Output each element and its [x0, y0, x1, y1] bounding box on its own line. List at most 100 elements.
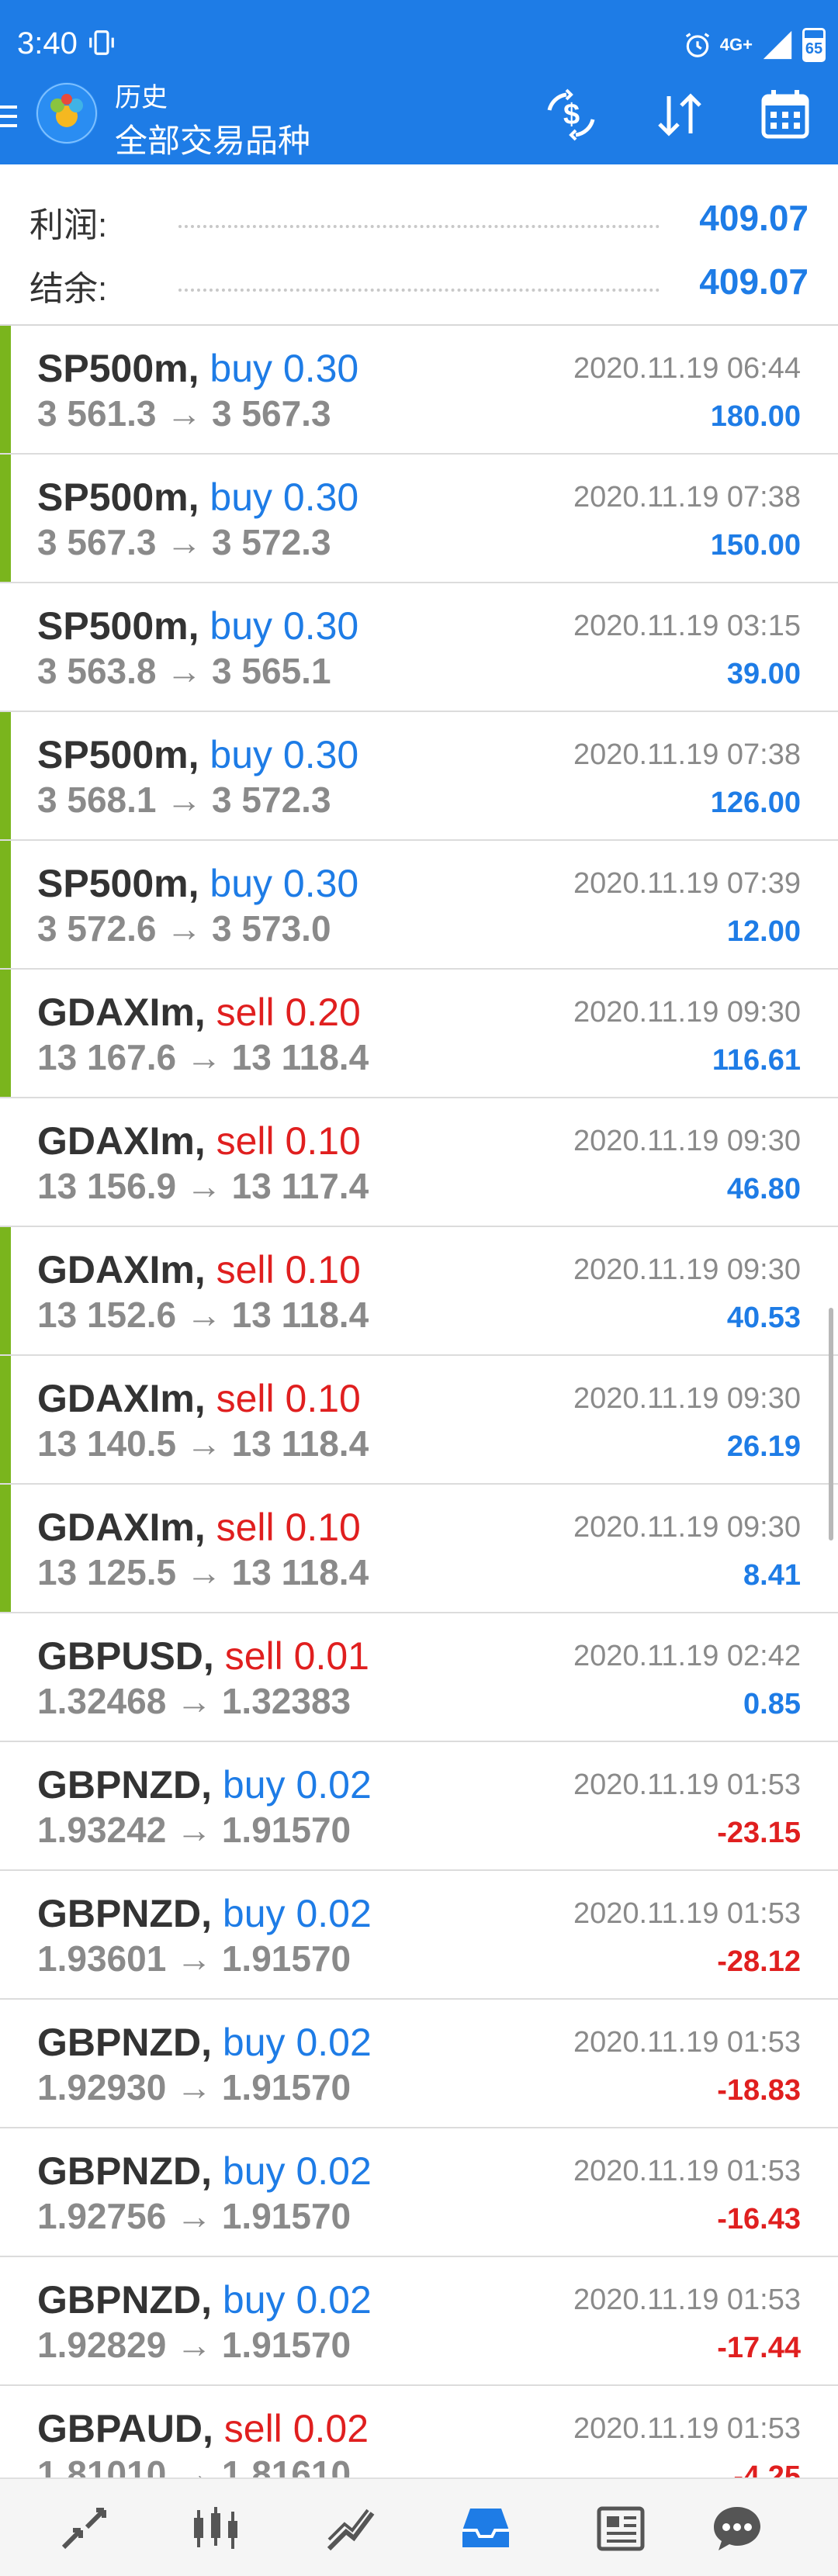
- close-price: 1.91570: [221, 1938, 351, 1979]
- arrow-right-icon: →: [166, 908, 203, 949]
- trade-row[interactable]: SP500m, buy 0.30 3 572.6 → 3 573.0 2020.11…: [0, 841, 838, 970]
- nav-chart[interactable]: [185, 2498, 247, 2560]
- menu-icon[interactable]: [0, 101, 20, 132]
- currency-exchange-icon[interactable]: $: [543, 87, 599, 143]
- trade-row[interactable]: GDAXIm, sell 0.10 13 125.5 → 13 118.4 2020…: [0, 1485, 838, 1613]
- vibrate-icon: [89, 30, 114, 55]
- trade-profit: 39.00: [726, 658, 801, 690]
- trade-profit: 26.19: [726, 1430, 801, 1463]
- trade-prices: 1.92829 → 1.91570: [37, 2324, 351, 2366]
- trade-direction: sell: [224, 1634, 283, 1678]
- close-price: 13 118.4: [231, 1295, 369, 1335]
- nav-chat[interactable]: [706, 2498, 768, 2560]
- trade-direction: sell: [216, 1119, 275, 1163]
- header-title[interactable]: 全部交易品种: [115, 115, 310, 162]
- trade-date: 2020.11.19 01:53: [573, 2026, 801, 2059]
- trade-row[interactable]: GDAXIm, sell 0.10 13 156.9 → 13 117.4 2020…: [0, 1098, 838, 1227]
- trade-symbol: GDAXIm,: [37, 991, 206, 1034]
- close-price: 1.91570: [221, 1810, 351, 1850]
- trade-symbol: GBPNZD,: [37, 2149, 212, 2193]
- scrollbar[interactable]: [829, 1308, 833, 1540]
- trade-row[interactable]: SP500m, buy 0.30 3 567.3 → 3 572.3 2020.11…: [0, 455, 838, 583]
- trade-row[interactable]: SP500m, buy 0.30 3 568.1 → 3 572.3 2020.11…: [0, 712, 838, 841]
- balance-value: 409.07: [699, 261, 809, 302]
- trade-side: buy 0.02: [223, 1763, 372, 1807]
- app-logo-icon[interactable]: [36, 82, 98, 144]
- trade-direction: sell: [216, 1377, 275, 1420]
- trade-side: sell 0.02: [224, 2407, 369, 2450]
- trade-prices: 1.81010 → 1.81610: [37, 2453, 351, 2477]
- arrow-right-icon: →: [185, 1552, 222, 1592]
- close-price: 3 565.1: [212, 651, 331, 691]
- trade-date: 2020.11.19 09:30: [573, 1382, 801, 1415]
- trend-icon: [327, 2509, 375, 2551]
- trade-row[interactable]: GBPNZD, buy 0.02 1.92829 → 1.91570 2020.11…: [0, 2257, 838, 2386]
- trade-date: 2020.11.19 01:53: [573, 2155, 801, 2187]
- close-price: 1.32383: [221, 1681, 351, 1721]
- nav-trade[interactable]: [53, 2498, 115, 2560]
- trade-symbol: GBPAUD,: [37, 2407, 213, 2450]
- arrow-right-icon: →: [176, 1681, 213, 1721]
- trade-symbol: SP500m,: [37, 347, 199, 390]
- balance-label: 结余:: [29, 270, 108, 308]
- trade-volume: 0.01: [293, 1634, 369, 1678]
- trade-row[interactable]: GBPAUD, sell 0.02 1.81010 → 1.81610 2020.1…: [0, 2386, 838, 2477]
- trade-row[interactable]: GBPNZD, buy 0.02 1.92930 → 1.91570 2020.11…: [0, 2000, 838, 2128]
- bottom-navigation: [0, 2477, 838, 2576]
- sort-icon[interactable]: [652, 87, 708, 143]
- position-marker: [0, 970, 11, 1097]
- trade-symbol-line: SP500m, buy 0.30: [37, 346, 358, 391]
- open-price: 3 572.6: [37, 908, 157, 949]
- trade-side: sell 0.10: [216, 1119, 361, 1163]
- trade-profit: -16.43: [717, 2203, 801, 2235]
- open-price: 13 156.9: [37, 1166, 177, 1206]
- trade-direction: buy: [222, 1892, 286, 1935]
- nav-trend[interactable]: [320, 2498, 382, 2560]
- trade-row[interactable]: GBPNZD, buy 0.02 1.93601 → 1.91570 2020.11…: [0, 1871, 838, 2000]
- arrow-right-icon: →: [166, 651, 203, 691]
- trade-side: buy 0.02: [223, 2278, 372, 2322]
- profit-value: 409.07: [699, 198, 809, 238]
- trade-profit: -23.15: [717, 1817, 801, 1849]
- trade-prices: 1.92930 → 1.91570: [37, 2066, 351, 2108]
- trade-row[interactable]: GDAXIm, sell 0.20 13 167.6 → 13 118.4 2020…: [0, 970, 838, 1098]
- trade-symbol: GDAXIm,: [37, 1377, 206, 1420]
- trade-history-list[interactable]: SP500m, buy 0.30 3 561.3 → 3 567.3 2020.11…: [0, 326, 838, 2477]
- trade-symbol: SP500m,: [37, 604, 199, 648]
- position-marker: [0, 326, 11, 453]
- trade-date: 2020.11.19 09:30: [573, 1511, 801, 1544]
- trade-row[interactable]: GDAXIm, sell 0.10 13 140.5 → 13 118.4 2020…: [0, 1356, 838, 1485]
- nav-history[interactable]: [455, 2498, 517, 2560]
- arrow-right-icon: →: [166, 780, 203, 820]
- trade-profit: 0.85: [743, 1688, 801, 1720]
- trade-row[interactable]: GBPNZD, buy 0.02 1.93242 → 1.91570 2020.11…: [0, 1742, 838, 1871]
- trade-row[interactable]: SP500m, buy 0.30 3 563.8 → 3 565.1 2020.11…: [0, 583, 838, 712]
- arrow-right-icon: →: [185, 1423, 222, 1464]
- trade-profit: 8.41: [743, 1559, 801, 1592]
- open-price: 3 561.3: [37, 393, 157, 434]
- trade-side: buy 0.30: [210, 733, 358, 776]
- close-price: 13 118.4: [231, 1037, 369, 1077]
- trade-row[interactable]: GBPNZD, buy 0.02 1.92756 → 1.91570 2020.11…: [0, 2128, 838, 2257]
- open-price: 13 152.6: [37, 1295, 177, 1335]
- calendar-icon[interactable]: [757, 87, 813, 143]
- open-price: 1.92756: [37, 2196, 167, 2236]
- trade-row[interactable]: GBPUSD, sell 0.01 1.32468 → 1.32383 2020.1…: [0, 1613, 838, 1742]
- trade-symbol: SP500m,: [37, 733, 199, 776]
- trade-profit: 126.00: [710, 787, 801, 819]
- trade-date: 2020.11.19 01:53: [573, 2412, 801, 2445]
- trade-date: 2020.11.19 01:53: [573, 1897, 801, 1930]
- close-price: 1.81610: [221, 2453, 351, 2477]
- close-price: 1.91570: [221, 2325, 351, 2365]
- trade-date: 2020.11.19 09:30: [573, 1125, 801, 1157]
- trade-row[interactable]: GDAXIm, sell 0.10 13 152.6 → 13 118.4 2020…: [0, 1227, 838, 1356]
- news-icon: [597, 2506, 645, 2551]
- trade-volume: 0.30: [282, 604, 359, 648]
- nav-news[interactable]: [590, 2498, 652, 2560]
- trade-prices: 3 572.6 → 3 573.0: [37, 908, 331, 949]
- trade-side: sell 0.01: [225, 1634, 369, 1678]
- trade-side: buy 0.02: [223, 1892, 372, 1935]
- close-price: 3 567.3: [212, 393, 331, 434]
- trade-row[interactable]: SP500m, buy 0.30 3 561.3 → 3 567.3 2020.11…: [0, 326, 838, 455]
- trade-symbol-line: GDAXIm, sell 0.10: [37, 1376, 361, 1421]
